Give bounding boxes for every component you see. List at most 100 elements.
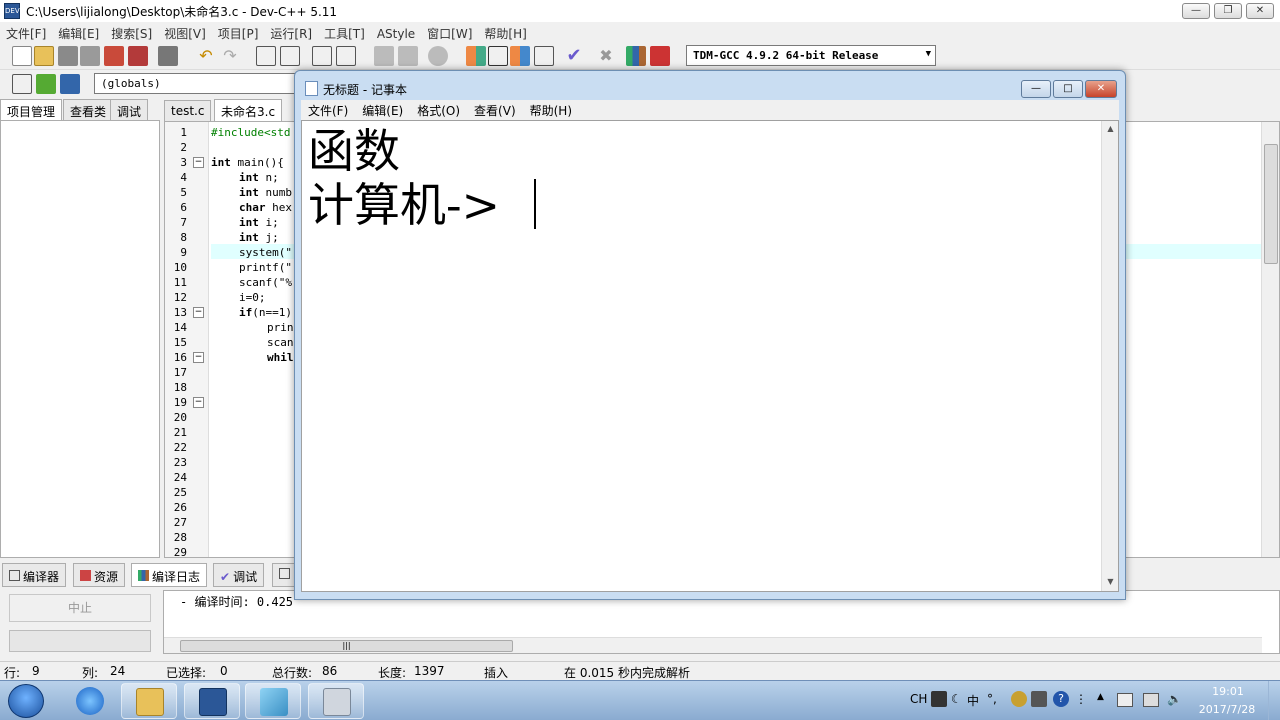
notepad-menu-format[interactable]: 格式(O) — [410, 100, 467, 121]
goto-line-icon[interactable] — [312, 46, 332, 66]
close-button[interactable]: ✕ — [1246, 3, 1274, 19]
notepad-maximize-button[interactable]: □ — [1053, 80, 1083, 98]
compiler-select[interactable]: TDM-GCC 4.9.2 64-bit Release ▼ — [686, 45, 936, 66]
print-icon[interactable] — [158, 46, 178, 66]
menu-bar: 文件[F] 编辑[E] 搜索[S] 视图[V] 项目[P] 运行[R] 工具[T] AStyl… — [0, 22, 1280, 42]
tab-compiler[interactable]: 编译器 — [2, 563, 67, 587]
ime-options-icon[interactable]: ⋮ — [1075, 692, 1087, 706]
menu-astyle[interactable]: AStyle — [371, 24, 421, 44]
scroll-down-icon[interactable]: ▼ — [1102, 577, 1118, 586]
network-icon[interactable] — [1143, 693, 1159, 707]
editor-scroll-thumb[interactable] — [1264, 144, 1278, 264]
notepad-menu-view[interactable]: 查看(V) — [467, 100, 523, 121]
notepad-menu-bar: 文件(F) 编辑(E) 格式(O) 查看(V) 帮助(H) — [301, 100, 1119, 120]
replace-icon[interactable] — [280, 46, 300, 66]
notepad-menu-edit[interactable]: 编辑(E) — [355, 100, 410, 121]
taskbar-explorer[interactable] — [121, 683, 177, 719]
tab-debug-output[interactable]: ✔ 调试 — [213, 563, 265, 587]
fold-toggle-icon[interactable]: − — [193, 157, 204, 168]
tab-resources[interactable]: 资源 — [73, 563, 126, 587]
scope-select[interactable]: (globals) — [94, 73, 304, 94]
fold-toggle-icon[interactable]: − — [193, 352, 204, 363]
editor-vertical-scrollbar[interactable] — [1261, 122, 1279, 557]
tab-test-c[interactable]: test.c — [164, 100, 212, 121]
notepad-close-button[interactable]: ✕ — [1085, 80, 1117, 98]
find-icon[interactable] — [256, 46, 276, 66]
notepad-minimize-button[interactable]: — — [1021, 80, 1051, 98]
title-bar[interactable]: DEV C:\Users\lijialong\Desktop\未命名3.c - … — [0, 0, 1280, 22]
indent-icon[interactable] — [374, 46, 394, 66]
tab-untitled3-c[interactable]: 未命名3.c — [214, 99, 283, 121]
taskbar-ie[interactable] — [62, 683, 118, 719]
notepad-text-area[interactable]: 函数 计算机-> ▲ ▼ — [301, 120, 1119, 592]
tray-expand-icon[interactable]: ▲ — [1097, 692, 1104, 702]
save-all-icon[interactable] — [80, 46, 100, 66]
tab-compile-log[interactable]: 编译日志 — [131, 563, 208, 587]
run-icon[interactable] — [488, 46, 508, 66]
text-caret — [534, 179, 536, 229]
ime-logo-icon[interactable] — [931, 691, 947, 707]
close-file-icon[interactable] — [104, 46, 124, 66]
ime-skin-icon[interactable] — [1011, 691, 1027, 707]
status-row-label: 行: — [4, 666, 21, 680]
tab-debug[interactable]: 调试 — [110, 99, 149, 121]
help-icon[interactable]: ? — [1053, 691, 1069, 707]
ime-mode-indicator[interactable]: 中 — [967, 692, 979, 709]
ime-keyboard-icon[interactable] — [1031, 691, 1047, 707]
taskbar-devcpp[interactable] — [184, 683, 240, 719]
add-to-project-icon[interactable] — [36, 74, 56, 94]
log-scroll-thumb[interactable]: ||| — [180, 640, 513, 652]
line-number: 25 — [173, 486, 187, 499]
fold-toggle-icon[interactable]: − — [193, 397, 204, 408]
compile-run-icon[interactable] — [510, 46, 530, 66]
taskbar-notepad[interactable] — [245, 683, 301, 719]
notepad-menu-file[interactable]: 文件(F) — [301, 100, 355, 121]
delete-profile-icon[interactable] — [650, 46, 670, 66]
devcpp-app-icon[interactable]: DEV — [4, 3, 20, 19]
unindent-icon[interactable] — [398, 46, 418, 66]
notepad-menu-help[interactable]: 帮助(H) — [523, 100, 579, 121]
new-file-icon[interactable] — [12, 46, 32, 66]
remove-from-project-icon[interactable] — [60, 74, 80, 94]
maximize-button[interactable]: ❐ — [1214, 3, 1242, 19]
scroll-up-icon[interactable]: ▲ — [1102, 124, 1118, 133]
tab-project-manager[interactable]: 项目管理 — [0, 99, 63, 121]
rebuild-all-icon[interactable] — [534, 46, 554, 66]
close-all-icon[interactable] — [128, 46, 148, 66]
action-center-icon[interactable] — [1117, 693, 1133, 707]
compile-icon[interactable] — [466, 46, 486, 66]
profile-chart-icon[interactable] — [626, 46, 646, 66]
stop-execution-icon[interactable]: ✖ — [596, 46, 616, 66]
fold-toggle-icon[interactable]: − — [193, 307, 204, 318]
taskbar-calculator[interactable] — [308, 683, 364, 719]
ime-punctuation-indicator[interactable]: °, — [987, 692, 997, 706]
abort-compile-button[interactable]: 中止 — [9, 594, 151, 622]
minimize-button[interactable]: — — [1182, 3, 1210, 19]
show-desktop-button[interactable] — [1268, 681, 1280, 720]
redo-icon[interactable]: ↷ — [220, 46, 240, 66]
code-line-10: printf(" — [239, 261, 292, 274]
project-options-icon[interactable] — [12, 74, 32, 94]
clock-time[interactable]: 19:01 — [1196, 685, 1260, 698]
volume-icon[interactable]: 🔈 — [1167, 692, 1182, 706]
undo-icon[interactable]: ↶ — [196, 46, 216, 66]
bookmark-icon[interactable] — [336, 46, 356, 66]
save-icon[interactable] — [58, 46, 78, 66]
notepad-vertical-scrollbar[interactable]: ▲ ▼ — [1101, 121, 1118, 591]
log-horizontal-scrollbar[interactable]: ||| — [164, 637, 1262, 653]
start-button[interactable] — [8, 684, 44, 718]
tab-class-browser[interactable]: 查看类 — [63, 99, 114, 121]
status-bar: 行: 9 列: 24 已选择: 0 总行数: 86 长度: 1397 插入 在 … — [0, 661, 1280, 680]
line-number: 23 — [173, 456, 187, 469]
syntax-check-icon[interactable]: ✔ — [564, 46, 584, 66]
open-file-icon[interactable] — [34, 46, 54, 66]
clock-date[interactable]: 2017/7/28 — [1192, 703, 1262, 716]
code-line-7: int i; — [239, 216, 279, 229]
notepad-app-icon[interactable] — [305, 81, 318, 96]
chevron-down-icon[interactable]: ▼ — [926, 49, 931, 59]
toggle-comment-icon[interactable] — [428, 46, 448, 66]
ime-moon-icon[interactable]: ☾ — [951, 692, 962, 706]
project-tree[interactable] — [0, 120, 160, 558]
line-number: 10 — [173, 261, 187, 274]
ime-language-indicator[interactable]: CH — [910, 692, 927, 706]
